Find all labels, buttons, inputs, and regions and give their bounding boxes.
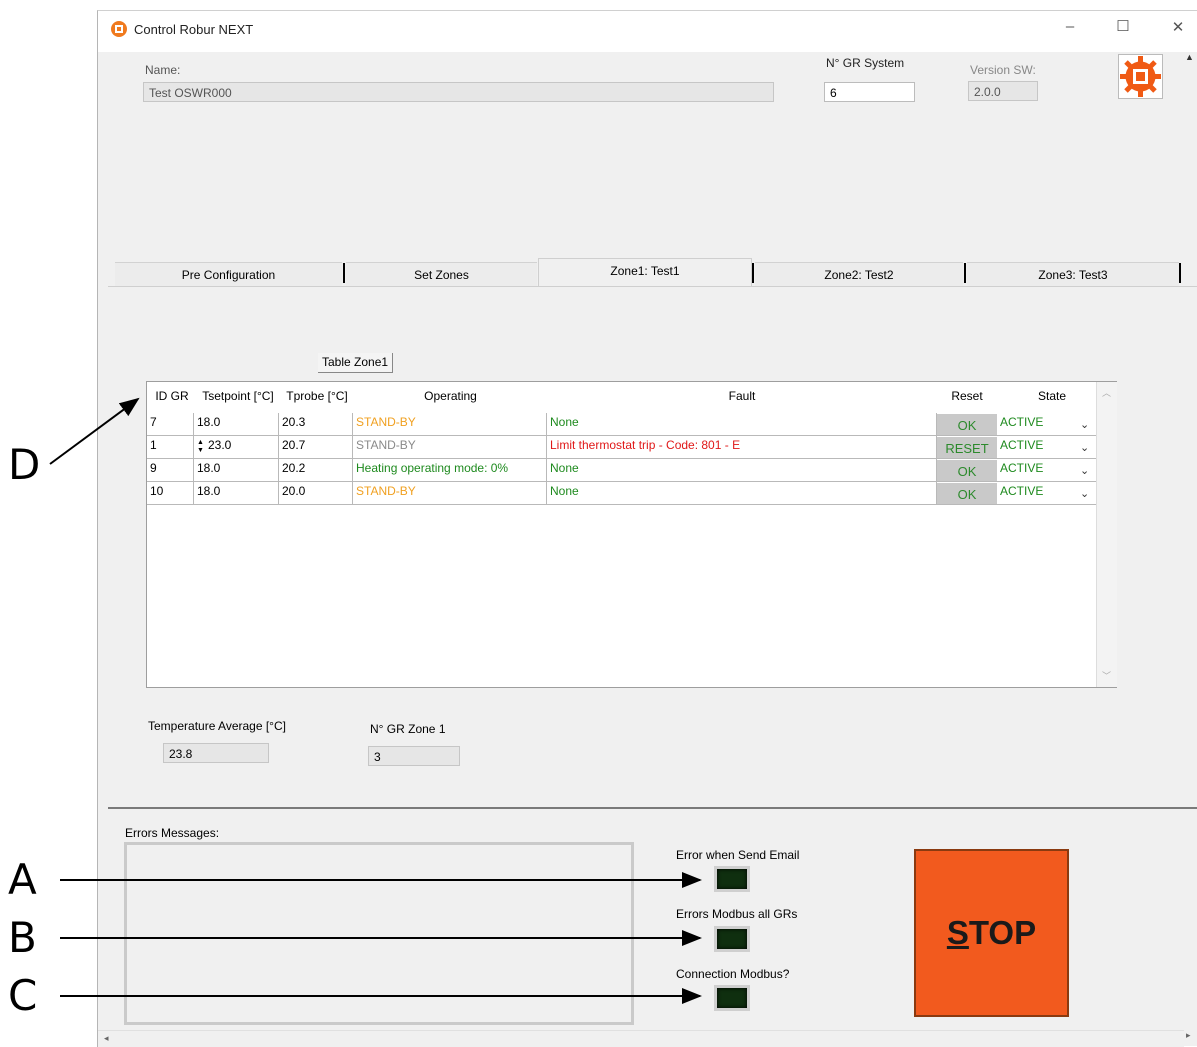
callout-d: D bbox=[8, 440, 41, 489]
callout-c: C bbox=[8, 971, 38, 1020]
callout-b: B bbox=[8, 913, 37, 962]
callout-a: A bbox=[8, 855, 37, 904]
callout-arrow-d bbox=[49, 397, 140, 465]
callout-arrows bbox=[49, 397, 702, 1004]
